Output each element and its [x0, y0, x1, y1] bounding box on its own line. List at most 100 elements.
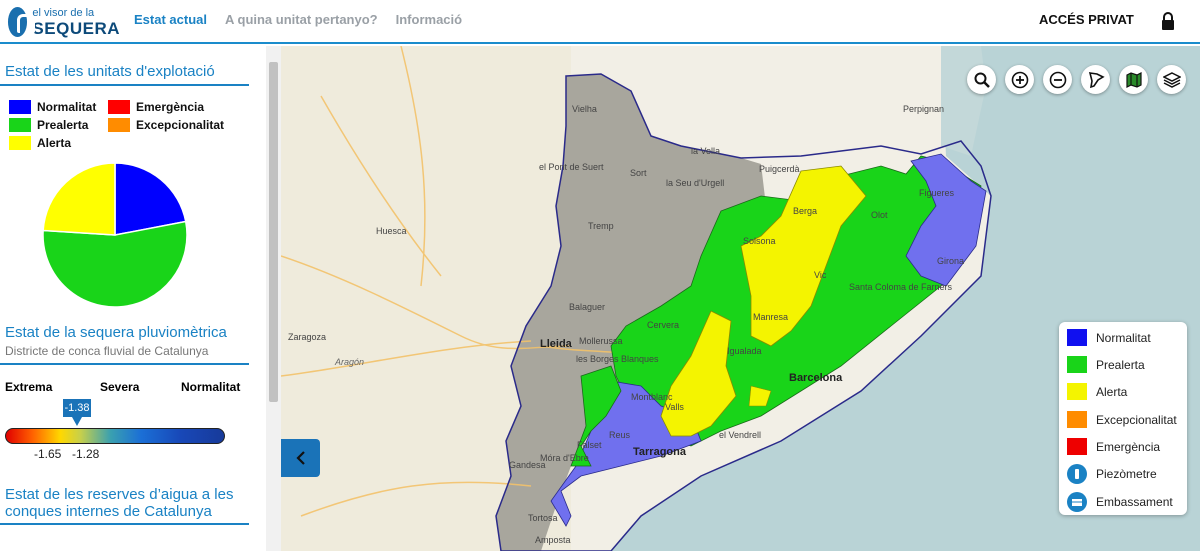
map-label: Montblanc	[631, 392, 673, 402]
swatch	[1067, 356, 1087, 373]
map-label: Zaragoza	[288, 332, 327, 342]
region-button[interactable]	[1081, 65, 1110, 94]
swatch	[9, 136, 31, 150]
map-label: Santa Coloma de Farners	[849, 282, 953, 292]
swatch	[1067, 383, 1087, 400]
map-label: la Vella	[691, 146, 721, 156]
main-nav: Estat actual A quina unitat pertanyo? In…	[134, 12, 462, 27]
divider	[0, 523, 249, 525]
map-label: Barcelona	[789, 372, 843, 384]
chevron-left-icon	[295, 451, 305, 465]
map-label: Aragón	[335, 357, 365, 367]
map-label: Manresa	[753, 312, 789, 322]
map-label: Figueres	[919, 188, 955, 198]
map-label: Tortosa	[528, 513, 558, 523]
layers-button[interactable]	[1157, 65, 1186, 94]
map-label: Lleida	[540, 338, 572, 350]
search-button[interactable]	[967, 65, 996, 94]
map-legend-embassament[interactable]: Embassament	[1067, 492, 1173, 512]
header: el visor de la SEQUERA Estat actual A qu…	[0, 0, 1200, 44]
map-label: Balaguer	[569, 302, 606, 312]
map-legend-excepcionalitat: Excepcionalitat	[1067, 411, 1177, 428]
map-label: Huesca	[376, 226, 407, 236]
divider	[0, 84, 249, 86]
logo[interactable]: el visor de la SEQUERA	[8, 4, 120, 40]
piezometer-icon	[1067, 464, 1087, 484]
map-legend-normalitat: Normalitat	[1067, 329, 1151, 346]
app-root: el visor de la SEQUERA Estat actual A qu…	[0, 0, 1200, 551]
map-label: Solsona	[743, 236, 776, 246]
scale-extrema: Extrema	[5, 380, 53, 394]
map-label: Valls	[665, 402, 684, 412]
map-label: Puigcerdà	[759, 164, 800, 174]
nav-estat-actual[interactable]: Estat actual	[134, 12, 207, 27]
map-legend-piezometre[interactable]: Piezòmetre	[1067, 464, 1157, 484]
swatch	[108, 100, 130, 114]
drought-gradient-bar	[5, 428, 225, 444]
search-icon	[974, 72, 990, 88]
map-label: Perpignan	[903, 104, 945, 114]
map-label: Igualada	[727, 346, 762, 356]
zoom-in-icon	[1011, 71, 1028, 88]
pie-slice-alerta[interactable]	[42, 162, 116, 236]
map-label: la Seu d'Urgell	[666, 178, 725, 188]
legend-emergencia: Emergència	[108, 100, 204, 114]
section-reserves-title-1: Estat de les reserves d’aigua a les	[5, 486, 234, 503]
legend-prealerta: Prealerta	[9, 118, 88, 132]
section-units-title: Estat de les unitats d'explotació	[5, 63, 215, 80]
map-legend-emergencia: Emergència	[1067, 438, 1160, 455]
map-legend-alerta: Alerta	[1067, 383, 1127, 400]
drop-logo-icon	[8, 7, 36, 37]
map-legend: Normalitat Prealerta Alerta Excepcionali…	[1059, 322, 1187, 515]
map-label: Vielha	[572, 104, 597, 114]
scale-severa: Severa	[100, 380, 140, 394]
section-drought-title: Estat de la sequera pluviomètrica	[5, 324, 227, 341]
legend-normalitat: Normalitat	[9, 100, 96, 114]
map-label: Tremp	[588, 221, 614, 231]
map-label: Cervera	[647, 320, 680, 330]
map-label: Berga	[793, 206, 818, 216]
map-label: Móra d'Ebre	[540, 453, 589, 463]
swatch	[1067, 411, 1087, 428]
map-legend-prealerta: Prealerta	[1067, 356, 1145, 373]
logo-big-text: SEQUERA	[32, 18, 120, 38]
nav-quina-unitat[interactable]: A quina unitat pertanyo?	[225, 12, 378, 27]
map-label: Vic	[814, 270, 827, 280]
map-label: Olot	[871, 210, 888, 220]
map-label: Girona	[937, 256, 965, 266]
swatch	[108, 118, 130, 132]
map-label: Mollerussa	[579, 336, 623, 346]
swatch	[9, 118, 31, 132]
nav-informacio[interactable]: Informació	[396, 12, 462, 27]
sidebar-scrollbar[interactable]	[266, 46, 281, 551]
tick-label: -1.28	[72, 447, 100, 461]
zoom-out-button[interactable]	[1043, 65, 1072, 94]
sidebar: Estat de les unitats d'explotació Normal…	[0, 46, 266, 551]
scrollbar-thumb[interactable]	[269, 62, 278, 402]
region-outline-icon	[1088, 71, 1105, 88]
swatch	[1067, 438, 1087, 455]
swatch	[1067, 329, 1087, 346]
units-pie-chart	[42, 162, 188, 308]
scale-normalitat: Normalitat	[181, 380, 241, 394]
drought-scale-labels: Extrema Severa Normalitat	[5, 380, 243, 396]
lock-icon[interactable]	[1161, 12, 1175, 30]
base-map-button[interactable]	[1119, 65, 1148, 94]
divider	[0, 363, 249, 365]
private-access-link[interactable]: ACCÉS PRIVAT	[1039, 12, 1134, 27]
reservoir-icon	[1067, 492, 1087, 512]
layers-icon	[1162, 71, 1181, 88]
drought-marker: -1.38	[63, 399, 91, 426]
map-label: les Borges Blanques	[576, 354, 659, 364]
legend-excepcionalitat: Excepcionalitat	[108, 118, 224, 132]
section-drought-subtitle: Districte de conca fluvial de Catalunya	[5, 344, 209, 358]
zoom-in-button[interactable]	[1005, 65, 1034, 94]
map-label: el Pont de Suert	[539, 162, 604, 172]
map-view[interactable]: Vielha el Pont de Suert Sort la Seu d'Ur…	[281, 46, 1200, 551]
map-label: Sort	[630, 168, 647, 178]
legend-alerta: Alerta	[9, 136, 71, 150]
map-label: Falset	[577, 440, 602, 450]
collapse-sidebar-button[interactable]	[281, 439, 320, 477]
map-label: Reus	[609, 430, 631, 440]
swatch	[9, 100, 31, 114]
